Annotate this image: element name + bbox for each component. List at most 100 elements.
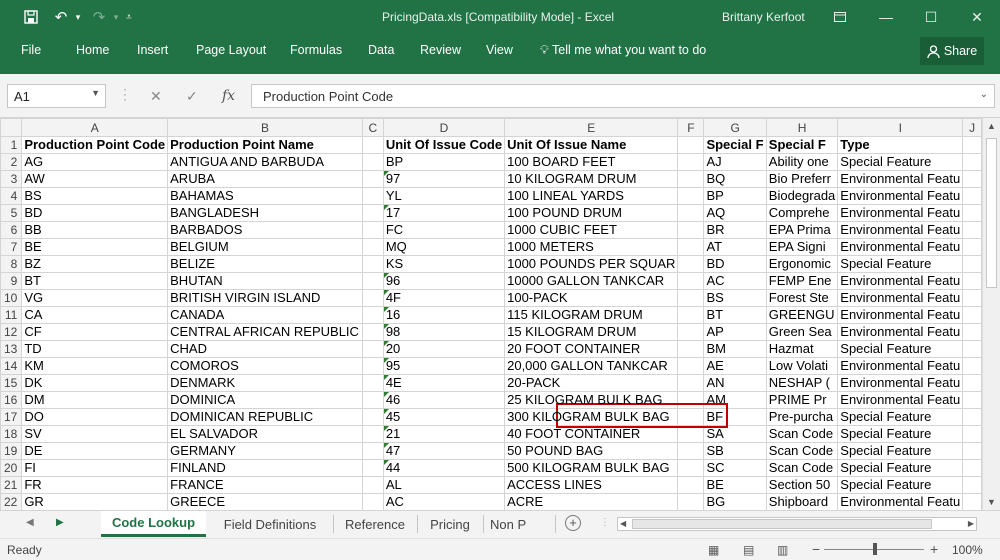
cell[interactable]: FI [21, 459, 169, 477]
cell[interactable]: GREECE [167, 493, 363, 510]
cell[interactable]: DOMINICAN REPUBLIC [167, 408, 363, 426]
sheet-tab-reference[interactable]: Reference [337, 511, 413, 537]
tab-insert[interactable]: Insert [137, 43, 168, 57]
cell[interactable] [677, 340, 705, 358]
tab-data[interactable]: Data [368, 43, 394, 57]
cell[interactable]: EPA Prima [765, 221, 839, 239]
cell[interactable]: DK [21, 374, 169, 392]
row-header[interactable]: 1 [0, 136, 23, 154]
cell[interactable] [677, 391, 705, 409]
cell[interactable]: BM [703, 340, 767, 358]
cell[interactable]: FEMP Ene [765, 272, 839, 290]
cell[interactable]: 100 POUND DRUM [504, 204, 679, 222]
cell[interactable]: BAHAMAS [167, 187, 363, 205]
cell[interactable] [962, 425, 982, 443]
share-button[interactable]: Share [920, 37, 984, 65]
cell[interactable]: 20 [382, 340, 506, 358]
horizontal-scrollbar[interactable]: ◀ ▶ [617, 517, 977, 531]
expand-formula-icon[interactable]: ⌄ [980, 89, 988, 100]
scroll-down-icon[interactable]: ▼ [983, 494, 1000, 510]
cell[interactable]: Special F [703, 136, 767, 154]
cell[interactable]: PRIME Pr [765, 391, 839, 409]
spreadsheet-grid[interactable]: ABCDEFGHIJ 1 Production Point Code Product… [0, 118, 982, 510]
cell[interactable]: YL [382, 187, 506, 205]
cell[interactable]: Environmental Featu [837, 306, 964, 324]
cell[interactable] [962, 289, 982, 307]
scroll-up-icon[interactable]: ▲ [983, 118, 1000, 134]
cell[interactable]: SA [703, 425, 767, 443]
cell[interactable]: Production Point Name [167, 136, 363, 154]
cancel-icon[interactable]: ✕ [150, 88, 162, 105]
cell[interactable]: Environmental Featu [837, 221, 964, 239]
sheet-tab-non-p[interactable]: Non P [490, 511, 550, 537]
cell[interactable]: Special Feature [837, 459, 964, 477]
row-header[interactable]: 7 [0, 238, 23, 256]
add-sheet-icon[interactable]: + [565, 515, 581, 531]
cell[interactable]: 15 KILOGRAM DRUM [504, 323, 679, 341]
cell[interactable]: Ergonomic [765, 255, 839, 273]
cell[interactable] [361, 357, 384, 375]
cell[interactable] [361, 204, 384, 222]
cell[interactable]: BR [703, 221, 767, 239]
scroll-tabs-left-icon[interactable]: ◀ [26, 517, 34, 528]
cell[interactable]: 10 KILOGRAM DRUM [504, 170, 679, 188]
ribbon-display-icon[interactable] [817, 0, 863, 34]
cell[interactable]: BT [703, 306, 767, 324]
scroll-tabs-right-icon[interactable]: ▶ [56, 517, 64, 528]
cell[interactable]: Low Volati [765, 357, 839, 375]
tab-formulas[interactable]: Formulas [290, 43, 342, 57]
cell[interactable] [962, 187, 982, 205]
cell[interactable]: NESHAP ( [765, 374, 839, 392]
cell[interactable]: EL SALVADOR [167, 425, 363, 443]
cell[interactable] [677, 425, 705, 443]
cell[interactable]: BB [21, 221, 169, 239]
cell[interactable]: Environmental Featu [837, 357, 964, 375]
cell[interactable] [361, 459, 384, 477]
cell[interactable]: Environmental Featu [837, 187, 964, 205]
cell[interactable] [677, 221, 705, 239]
cell[interactable] [962, 459, 982, 477]
cell[interactable]: Special Feature [837, 408, 964, 426]
column-header[interactable]: I [837, 118, 964, 137]
cell[interactable] [361, 323, 384, 341]
cell[interactable]: Environmental Featu [837, 170, 964, 188]
cell[interactable] [361, 493, 384, 510]
cell[interactable] [677, 272, 705, 290]
cell[interactable] [962, 493, 982, 510]
cell[interactable]: Unit Of Issue Code [382, 136, 506, 154]
normal-view-icon[interactable]: ▦ [708, 543, 719, 557]
horizontal-scroll-thumb[interactable] [632, 519, 932, 529]
tab-review[interactable]: Review [420, 43, 461, 57]
cell[interactable]: AN [703, 374, 767, 392]
cell[interactable]: Special Feature [837, 442, 964, 460]
cell[interactable] [962, 340, 982, 358]
cell[interactable]: 44 [382, 459, 506, 477]
row-header[interactable]: 12 [0, 323, 23, 341]
cell[interactable] [677, 306, 705, 324]
cell[interactable] [677, 238, 705, 256]
cell[interactable]: BE [21, 238, 169, 256]
cell[interactable]: 45 [382, 408, 506, 426]
tab-view[interactable]: View [486, 43, 513, 57]
row-header[interactable]: 18 [0, 425, 23, 443]
cell[interactable]: 97 [382, 170, 506, 188]
cell[interactable]: CA [21, 306, 169, 324]
row-header[interactable]: 20 [0, 459, 23, 477]
cell[interactable]: 100 BOARD FEET [504, 153, 679, 171]
cell[interactable]: KS [382, 255, 506, 273]
cell[interactable]: 46 [382, 391, 506, 409]
cell[interactable] [361, 340, 384, 358]
cell[interactable] [677, 476, 705, 494]
cell[interactable]: BT [21, 272, 169, 290]
cell[interactable]: Environmental Featu [837, 391, 964, 409]
cell[interactable]: FC [382, 221, 506, 239]
cell[interactable]: BRITISH VIRGIN ISLAND [167, 289, 363, 307]
cell[interactable] [677, 408, 705, 426]
cell[interactable] [962, 408, 982, 426]
cell[interactable] [962, 357, 982, 375]
cell[interactable]: 25 KILOGRAM BULK BAG [504, 391, 679, 409]
tab-page-layout[interactable]: Page Layout [196, 43, 266, 57]
cell[interactable]: Forest Ste [765, 289, 839, 307]
column-header[interactable]: E [504, 118, 679, 137]
cell[interactable]: EPA Signi [765, 238, 839, 256]
